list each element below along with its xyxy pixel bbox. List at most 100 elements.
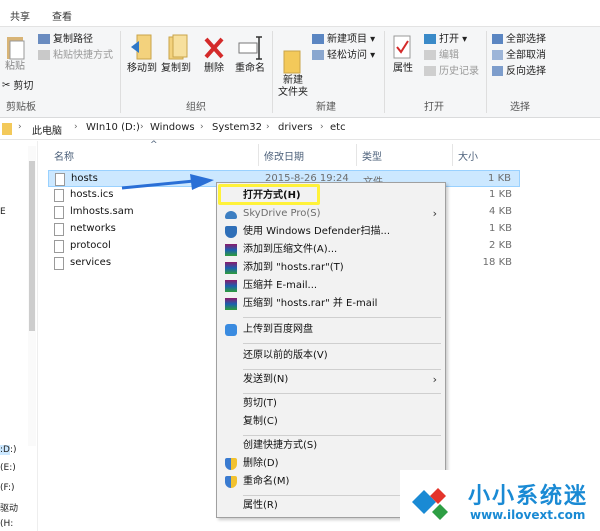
nav-item-drivers[interactable]: 驱动	[0, 501, 18, 514]
menu-add-archive[interactable]: 添加到压缩文件(A)...	[217, 241, 445, 259]
menu-rename-label: 重命名(M)	[243, 476, 290, 487]
rename-button[interactable]: 重命名	[232, 33, 268, 75]
breadcrumb-etc[interactable]: etc	[330, 122, 346, 133]
select-none-label: 全部取消	[506, 50, 546, 61]
new-item-button[interactable]: 新建项目 ▾	[312, 33, 375, 47]
copy-to-label: 复制到	[161, 63, 191, 74]
watermark-url: www.ilovext.com	[470, 508, 586, 522]
menu-compress-email-label: 压缩并 E-mail...	[243, 280, 318, 291]
move-to-label: 移动到	[127, 63, 157, 74]
cut-label: 剪切	[13, 81, 34, 92]
delete-button[interactable]: 删除	[200, 33, 228, 75]
file-icon	[54, 189, 64, 202]
menu-defender-label: 使用 Windows Defender扫描...	[243, 226, 391, 237]
nav-item-drive-e[interactable]: (E:)	[0, 463, 16, 473]
nav-item-drive-f[interactable]: (F:)	[0, 483, 15, 493]
open-button[interactable]: 打开 ▾	[424, 33, 467, 47]
breadcrumb-drivers[interactable]: drivers	[278, 122, 313, 133]
history-button[interactable]: 历史记录	[424, 65, 479, 79]
file-icon	[54, 240, 64, 253]
tab-view[interactable]: 查看	[52, 8, 72, 23]
menu-separator	[243, 317, 441, 318]
tab-share[interactable]: 共享	[10, 8, 30, 23]
menu-skydrive[interactable]: SkyDrive Pro(S) ›	[217, 205, 445, 223]
menu-create-shortcut[interactable]: 创建快捷方式(S)	[217, 437, 445, 455]
select-none-button[interactable]: 全部取消	[492, 49, 546, 63]
breadcrumb-this-pc[interactable]: 此电脑	[32, 122, 62, 137]
copy-to-button[interactable]: 复制到	[158, 33, 194, 75]
file-name: hosts.ics	[70, 189, 114, 200]
column-divider[interactable]	[258, 144, 259, 166]
breadcrumb-system32[interactable]: System32	[212, 122, 262, 133]
divider	[384, 31, 385, 113]
divider	[272, 31, 273, 113]
organize-group-label: 组织	[186, 102, 206, 113]
properties-button[interactable]: 属性	[388, 33, 418, 75]
nav-item[interactable]: E	[0, 207, 6, 217]
breadcrumb-drive[interactable]: WIn10 (D:)	[86, 122, 140, 133]
column-divider[interactable]	[452, 144, 453, 166]
copy-path-button[interactable]: 复制路径	[38, 33, 93, 47]
invert-selection-button[interactable]: 反向选择	[492, 65, 546, 79]
column-header-size[interactable]: 大小	[458, 148, 478, 163]
properties-check-icon	[393, 35, 411, 59]
paste-button[interactable]: 粘贴	[2, 33, 28, 73]
copy-path-icon	[38, 34, 50, 44]
select-group-label: 选择	[510, 102, 530, 113]
edit-icon	[424, 50, 436, 60]
address-bar[interactable]: › 此电脑 › WIn10 (D:) › Windows › System32 …	[0, 118, 600, 140]
ribbon-tabs: 共享 查看	[0, 0, 600, 26]
copy-to-icon	[168, 34, 188, 60]
folder-icon	[2, 123, 12, 135]
divider	[486, 31, 487, 113]
menu-send-to-label: 发送到(N)	[243, 374, 289, 385]
new-item-icon	[312, 34, 324, 44]
menu-compress-rar-email[interactable]: 压缩到 "hosts.rar" 并 E-mail	[217, 295, 445, 313]
rename-icon	[238, 36, 262, 60]
select-all-button[interactable]: 全部选择	[492, 33, 546, 47]
menu-delete-label: 删除(D)	[243, 458, 279, 469]
menu-compress-email[interactable]: 压缩并 E-mail...	[217, 277, 445, 295]
new-item-label: 新建项目	[327, 34, 367, 45]
column-header-name[interactable]: 名称	[54, 148, 74, 163]
file-icon	[55, 173, 65, 186]
menu-restore-versions[interactable]: 还原以前的版本(V)	[217, 347, 445, 365]
easy-access-button[interactable]: 轻松访问 ▾	[312, 49, 375, 63]
edit-button[interactable]: 编辑	[424, 49, 459, 63]
scrollbar-thumb[interactable]	[29, 161, 35, 331]
delete-x-icon	[204, 37, 224, 59]
move-to-button[interactable]: 移动到	[124, 33, 160, 75]
menu-copy[interactable]: 复制(C)	[217, 413, 445, 431]
new-folder-button[interactable]: 新建 文件夹	[276, 33, 310, 111]
file-size: 4 KB	[489, 206, 512, 217]
delete-label: 删除	[204, 63, 224, 74]
menu-defender-scan[interactable]: 使用 Windows Defender扫描...	[217, 223, 445, 241]
column-divider[interactable]	[356, 144, 357, 166]
column-header-type[interactable]: 类型	[362, 148, 382, 163]
shield-icon	[225, 226, 237, 238]
ribbon: 粘贴 复制路径 粘贴快捷方式 ✂ 剪切 剪贴板 移动到 复制到 删除 重命名 组织…	[0, 26, 600, 118]
paste-shortcut-button[interactable]: 粘贴快捷方式	[38, 49, 113, 63]
menu-cut[interactable]: 剪切(T)	[217, 395, 445, 413]
menu-add-rar[interactable]: 添加到 "hosts.rar"(T)	[217, 259, 445, 277]
nav-item-drive-h[interactable]: (H:	[0, 519, 13, 529]
nav-scrollbar[interactable]	[28, 146, 36, 446]
edit-label: 编辑	[439, 50, 459, 61]
file-name: networks	[70, 223, 116, 234]
file-name: services	[70, 257, 112, 268]
menu-send-to[interactable]: 发送到(N) ›	[217, 371, 445, 389]
file-name: lmhosts.sam	[70, 206, 134, 217]
file-size: 18 KB	[482, 257, 512, 268]
cut-button[interactable]: ✂ 剪切	[2, 79, 33, 93]
file-icon	[54, 206, 64, 219]
nav-item-drive-d[interactable]: :D:)	[0, 445, 17, 455]
menu-upload-baidu[interactable]: 上传到百度网盘	[217, 321, 445, 339]
copy-path-label: 复制路径	[53, 34, 93, 45]
history-icon	[424, 66, 436, 76]
column-header-date[interactable]: 修改日期	[264, 148, 304, 163]
breadcrumb-windows[interactable]: Windows	[150, 122, 195, 133]
chevron-right-icon: ›	[18, 122, 22, 132]
highlight-box	[218, 184, 320, 205]
open-label: 打开	[439, 34, 459, 45]
paste-shortcut-label: 粘贴快捷方式	[53, 50, 113, 61]
